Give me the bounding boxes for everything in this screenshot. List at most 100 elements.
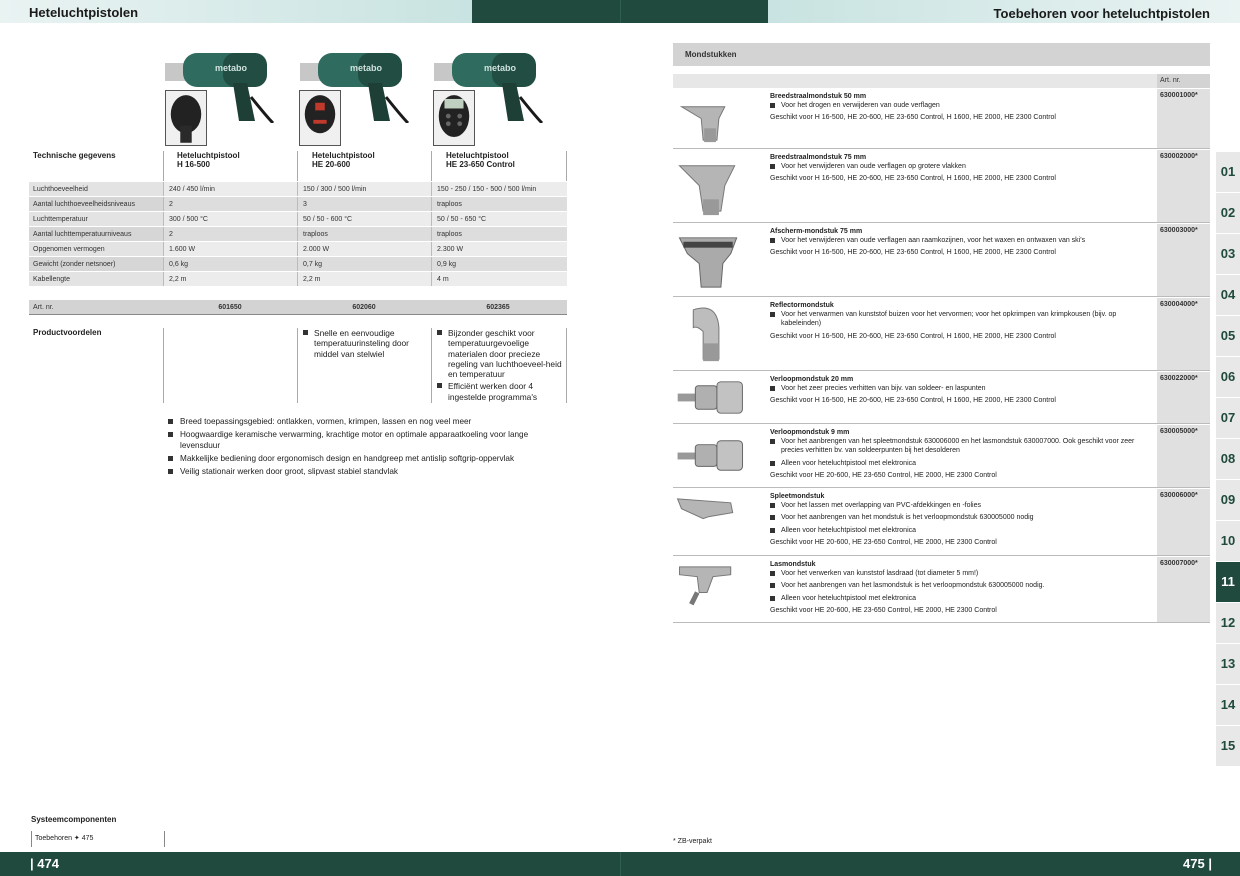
divider xyxy=(566,328,567,403)
footnote: * ZB-verpakt xyxy=(673,838,712,845)
chapter-tab-02[interactable]: 02 xyxy=(1216,193,1240,233)
item-bullet: Voor het zeer precies verhitten van bijv… xyxy=(770,384,1154,393)
cell: 4 m xyxy=(431,272,567,286)
item-bullet: Alleen voor heteluchtpistool met elektro… xyxy=(770,459,1154,468)
art-number: 601650 xyxy=(218,304,242,311)
item-art-number: 630007000* xyxy=(1157,557,1210,622)
item-bullet: Voor het verwerken van kunststof lasdraa… xyxy=(770,569,1154,578)
advantages-col: Snelle en eenvoudige temperatuurinstelin… xyxy=(302,328,428,359)
item-bullet: Voor het verwijderen van oude verflagen … xyxy=(770,236,1154,245)
item-title: Afscherm-mondstuk 75 mm xyxy=(770,228,863,235)
list-item: Bijzonder geschikt voor temperatuurgevoe… xyxy=(436,328,564,379)
control-wheel-image xyxy=(299,90,341,146)
cell: 150 / 300 / 500 l/min xyxy=(297,182,431,196)
model-line: Heteluchtpistool xyxy=(177,151,240,160)
cell: traploos xyxy=(431,227,567,241)
list-item: Hoogwaardige keramische verwarming, krac… xyxy=(167,430,567,451)
item-bullet: Voor het lassen met overlapping van PVC-… xyxy=(770,501,1154,510)
item-bullet: Alleen voor heteluchtpistool met elektro… xyxy=(770,594,1154,603)
chapter-tab-11[interactable]: 11 xyxy=(1216,562,1240,602)
art-number: 602365 xyxy=(486,304,510,311)
nozzle-image xyxy=(679,566,732,606)
item-art-number: 630022000* xyxy=(1157,372,1210,423)
model-heading: Heteluchtpistool H 16-500 xyxy=(177,151,240,169)
divider xyxy=(431,151,432,181)
item-title: Spleetmondstuk xyxy=(770,493,825,500)
chapter-tab-07[interactable]: 07 xyxy=(1216,398,1240,438)
model-name: HE 20-600 xyxy=(312,160,351,169)
chapter-tab-03[interactable]: 03 xyxy=(1216,234,1240,274)
chapter-tab-05[interactable]: 05 xyxy=(1216,316,1240,356)
list-item: Snelle en eenvoudige temperatuurinstelin… xyxy=(302,328,428,359)
table-header-strip xyxy=(673,74,1157,88)
cell: 300 / 500 °C xyxy=(163,212,297,226)
footer-band-right xyxy=(620,852,1240,876)
nozzle-image xyxy=(679,106,726,143)
chapter-tab-06[interactable]: 06 xyxy=(1216,357,1240,397)
chapter-tab-14[interactable]: 14 xyxy=(1216,685,1240,725)
row-label: Luchthoeveelheid xyxy=(29,182,163,196)
divider xyxy=(566,151,567,181)
cell: 50 / 50 - 600 °C xyxy=(297,212,431,226)
cell: 2,2 m xyxy=(297,272,431,286)
chapter-tab-13[interactable]: 13 xyxy=(1216,644,1240,684)
art-label: Art. nr. xyxy=(33,304,54,311)
nozzle-image xyxy=(692,307,720,362)
chapter-tab-10[interactable]: 10 xyxy=(1216,521,1240,561)
cell: 2,2 m xyxy=(163,272,297,286)
accessories-link[interactable]: Toebehoren ✦ 475 xyxy=(31,831,165,847)
nozzle-image xyxy=(678,237,738,288)
item-title: Lasmondstuk xyxy=(770,561,816,568)
item-title: Verloopmondstuk 20 mm xyxy=(770,376,854,383)
chapter-tab-12[interactable]: 12 xyxy=(1216,603,1240,643)
cell: 3 xyxy=(297,197,431,211)
cell: 1.600 W xyxy=(163,242,297,256)
chapter-tab-08[interactable]: 08 xyxy=(1216,439,1240,479)
chapter-tab-09[interactable]: 09 xyxy=(1216,480,1240,520)
model-heading: Heteluchtpistool HE 20-600 xyxy=(312,151,375,169)
cell: 2.300 W xyxy=(431,242,567,256)
nozzle-image xyxy=(678,165,736,216)
cell: 0,7 kg xyxy=(297,257,431,271)
item-title: Breedstraalmondstuk 75 mm xyxy=(770,154,867,161)
page-title-right: Toebehoren voor heteluchtpistolen xyxy=(993,6,1210,21)
art-number-heading: Art. nr. xyxy=(1157,74,1210,88)
list-item: Breedstraalmondstuk 50 mm Voor het droge… xyxy=(673,89,1210,149)
item-bullet: Voor het verwijderen van oude verflagen … xyxy=(770,162,1154,171)
row-label: Luchttemperatuur xyxy=(29,212,163,226)
article-number-bar: Art. nr. 601650 602060 602365 xyxy=(29,300,567,315)
system-components-title: Systeemcomponenten xyxy=(31,815,117,824)
footer-band-left xyxy=(0,852,620,876)
nozzle-image xyxy=(677,440,744,471)
table-row: Aantal luchthoeveelheidsniveaus 2 3 trap… xyxy=(29,197,567,212)
chapter-tab-04[interactable]: 04 xyxy=(1216,275,1240,315)
item-fit: Geschikt voor H 16-500, HE 20-600, HE 23… xyxy=(770,114,1056,122)
item-art-number: 630002000* xyxy=(1157,150,1210,222)
item-bullet: Voor het verwarmen van kunststof buizen … xyxy=(770,310,1154,328)
item-fit: Geschikt voor H 16-500, HE 20-600, HE 23… xyxy=(770,332,1056,340)
table-row: Luchthoeveelheid 240 / 450 l/min 150 / 3… xyxy=(29,182,567,197)
divider xyxy=(297,328,298,403)
header-band-dark xyxy=(472,0,620,23)
item-bullet: Voor het aanbrengen van het spleetmondst… xyxy=(770,437,1154,455)
model-name: HE 23-650 Control xyxy=(446,160,515,169)
divider xyxy=(297,151,298,181)
item-fit: Geschikt voor H 16-500, HE 20-600, HE 23… xyxy=(770,175,1056,183)
list-item: Verloopmondstuk 20 mm Voor het zeer prec… xyxy=(673,372,1210,424)
advantages-label: Productvoordelen xyxy=(33,328,102,337)
cell: 2 xyxy=(163,227,297,241)
divider xyxy=(163,151,164,181)
chapter-tab-15[interactable]: 15 xyxy=(1216,726,1240,766)
page-number-left: | 474 xyxy=(30,856,59,871)
cell: 0,6 kg xyxy=(163,257,297,271)
model-line: Heteluchtpistool xyxy=(446,151,509,160)
item-art-number: 630005000* xyxy=(1157,425,1210,487)
item-art-number: 630004000* xyxy=(1157,298,1210,370)
cell: 2 xyxy=(163,197,297,211)
nozzle-image xyxy=(676,498,734,520)
cell: 0,9 kg xyxy=(431,257,567,271)
divider xyxy=(431,328,432,403)
item-fit: Geschikt voor H 16-500, HE 20-600, HE 23… xyxy=(770,249,1056,257)
chapter-tab-01[interactable]: 01 xyxy=(1216,152,1240,192)
row-label: Aantal luchttemperatuurniveaus xyxy=(29,227,163,241)
